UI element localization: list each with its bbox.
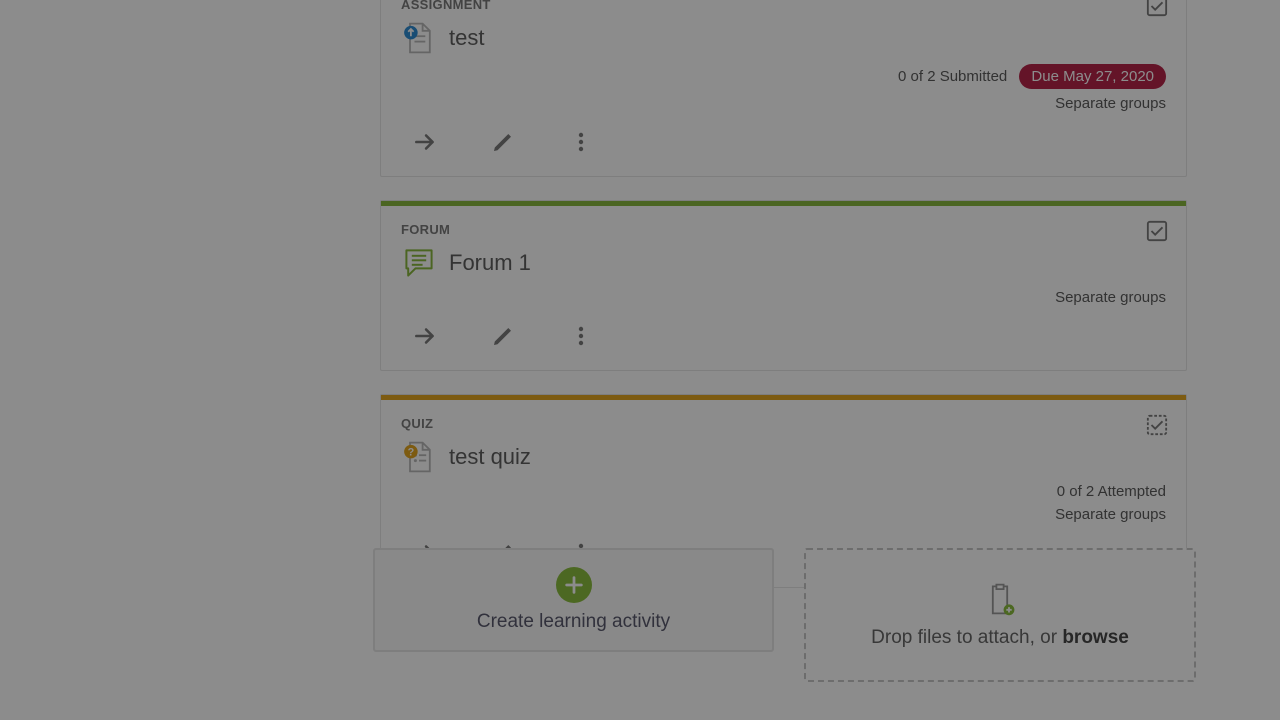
modal-overlay bbox=[0, 0, 1280, 720]
